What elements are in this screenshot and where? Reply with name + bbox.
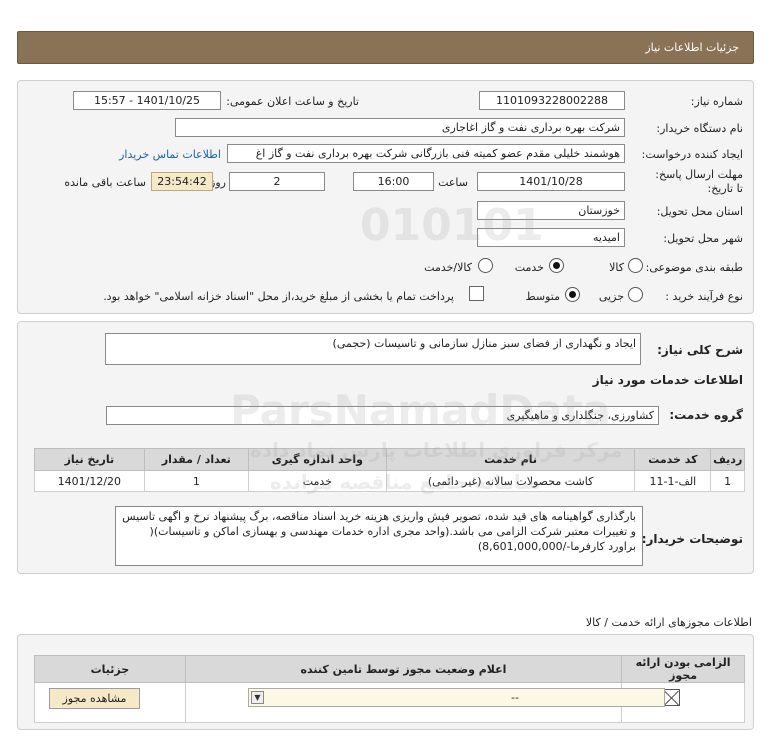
services-section-title: اطلاعات خدمات مورد نیاز (592, 373, 743, 387)
category-option-service: خدمت (514, 261, 544, 274)
deadline-time-field: 16:00 (353, 172, 434, 191)
creator-field: هوشمند خلیلی مقدم عضو کمیته فنی بازرگانی… (227, 144, 625, 163)
page-header: جزئیات اطلاعات نیاز (17, 31, 754, 64)
permit-status-select[interactable]: ▼ -- (248, 688, 665, 707)
cell-quantity: 1 (143, 470, 249, 492)
city-field: امیدیه (477, 228, 625, 247)
summary-field: ایجاد و نگهداری از فضای سبز منازل سازمان… (105, 333, 641, 365)
services-table: ردیف کد خدمت نام خدمت واحد اندازه گیری ت… (34, 448, 745, 492)
chevron-down-icon: ▼ (251, 691, 264, 704)
table-row: 1 الف-1-11 کاشت محصولات سالانه (غیر دائم… (34, 470, 745, 492)
days-field: 2 (229, 172, 325, 191)
cell-row: 1 (710, 470, 745, 492)
deadline-label: مهلت ارسال پاسخ: تا تاریخ: (655, 168, 743, 195)
cell-service-name: کاشت محصولات سالانه (غیر دائمی) (385, 470, 636, 492)
cell-need-date: 1401/12/20 (34, 470, 145, 492)
view-permit-button[interactable]: مشاهده مجوز (49, 688, 140, 709)
page-title: جزئیات اطلاعات نیاز (645, 41, 739, 54)
col-unit: واحد اندازه گیری (247, 448, 387, 471)
service-group-field: کشاورزی، جنگلداری و ماهیگیری (106, 406, 659, 425)
permit-required-checkbox[interactable] (663, 689, 680, 706)
purchase-radio-minor[interactable] (628, 287, 643, 302)
col-quantity: تعداد / مقدار (143, 448, 249, 471)
request-info-panel (17, 80, 754, 314)
remaining-time-field: 23:54:42 (151, 172, 213, 191)
buyer-label: نام دستگاه خریدار: (656, 122, 743, 135)
col-service-name: نام خدمت (385, 448, 636, 471)
purchase-option-medium: متوسط (525, 290, 560, 303)
purchase-option-minor: جزیی (598, 290, 624, 303)
cell-service-code: الف-1-11 (634, 470, 712, 492)
purchase-radio-medium[interactable] (565, 287, 580, 302)
province-label: استان محل تحویل: (656, 205, 743, 218)
permits-section-title: اطلاعات مجوزهای ارائه خدمت / کالا (585, 616, 752, 629)
purchase-type-label: نوع فرآیند خرید : (665, 290, 743, 303)
category-radio-goods-service[interactable] (478, 258, 493, 273)
category-radio-service[interactable] (549, 258, 564, 273)
buyer-notes-label: توضیحات خریدار: (641, 532, 743, 546)
treasury-payment-note: پرداخت تمام یا بخشی از مبلغ خرید،از محل … (103, 290, 454, 303)
province-field: خوزستان (477, 201, 625, 220)
buyer-notes-field: بارگذاری گواهینامه های قید شده، تصویر فی… (115, 506, 643, 566)
treasury-payment-checkbox[interactable] (469, 286, 484, 301)
category-radio-goods[interactable] (628, 258, 643, 273)
category-label: طبقه بندی موضوعی: (645, 261, 743, 274)
col-permit-details: جزئیات (34, 655, 186, 683)
announce-datetime-field: 1401/10/25 - 15:57 (73, 91, 221, 110)
deadline-time-label: ساعت (438, 176, 468, 189)
services-table-header: ردیف کد خدمت نام خدمت واحد اندازه گیری ت… (34, 448, 745, 471)
category-option-goods-service: کالا/خدمت (424, 261, 472, 274)
col-row: ردیف (710, 448, 745, 471)
creator-label: ایجاد کننده درخواست: (641, 148, 743, 161)
buyer-contact-link[interactable]: اطلاعات تماس خریدار (119, 148, 221, 161)
col-permit-required: الزامی بودن ارائه مجوز (621, 655, 745, 683)
remaining-label: ساعت باقی مانده (64, 176, 146, 189)
permit-status-value: -- (511, 691, 519, 704)
buyer-name-field: شرکت بهره برداری نفت و گاز اغاجاری (175, 118, 625, 137)
permits-table-header: الزامی بودن ارائه مجوز اعلام وضعیت مجوز … (34, 655, 745, 683)
deadline-date-field: 1401/10/28 (477, 172, 625, 191)
category-option-goods: کالا (609, 261, 624, 274)
col-service-code: کد خدمت (634, 448, 712, 471)
city-label: شهر محل تحویل: (663, 232, 743, 245)
need-number-label: شماره نیاز: (690, 95, 743, 108)
col-permit-status: اعلام وضعیت مجوز توسط تامین کننده (184, 655, 623, 683)
col-need-date: تاریخ نیاز (34, 448, 145, 471)
cell-unit: خدمت (247, 470, 387, 492)
announce-label: تاریخ و ساعت اعلان عمومی: (226, 95, 359, 108)
summary-label: شرح کلی نیاز: (657, 343, 743, 357)
service-group-label: گروه خدمت: (669, 408, 743, 422)
need-number-field: 1101093228002288 (479, 91, 625, 110)
